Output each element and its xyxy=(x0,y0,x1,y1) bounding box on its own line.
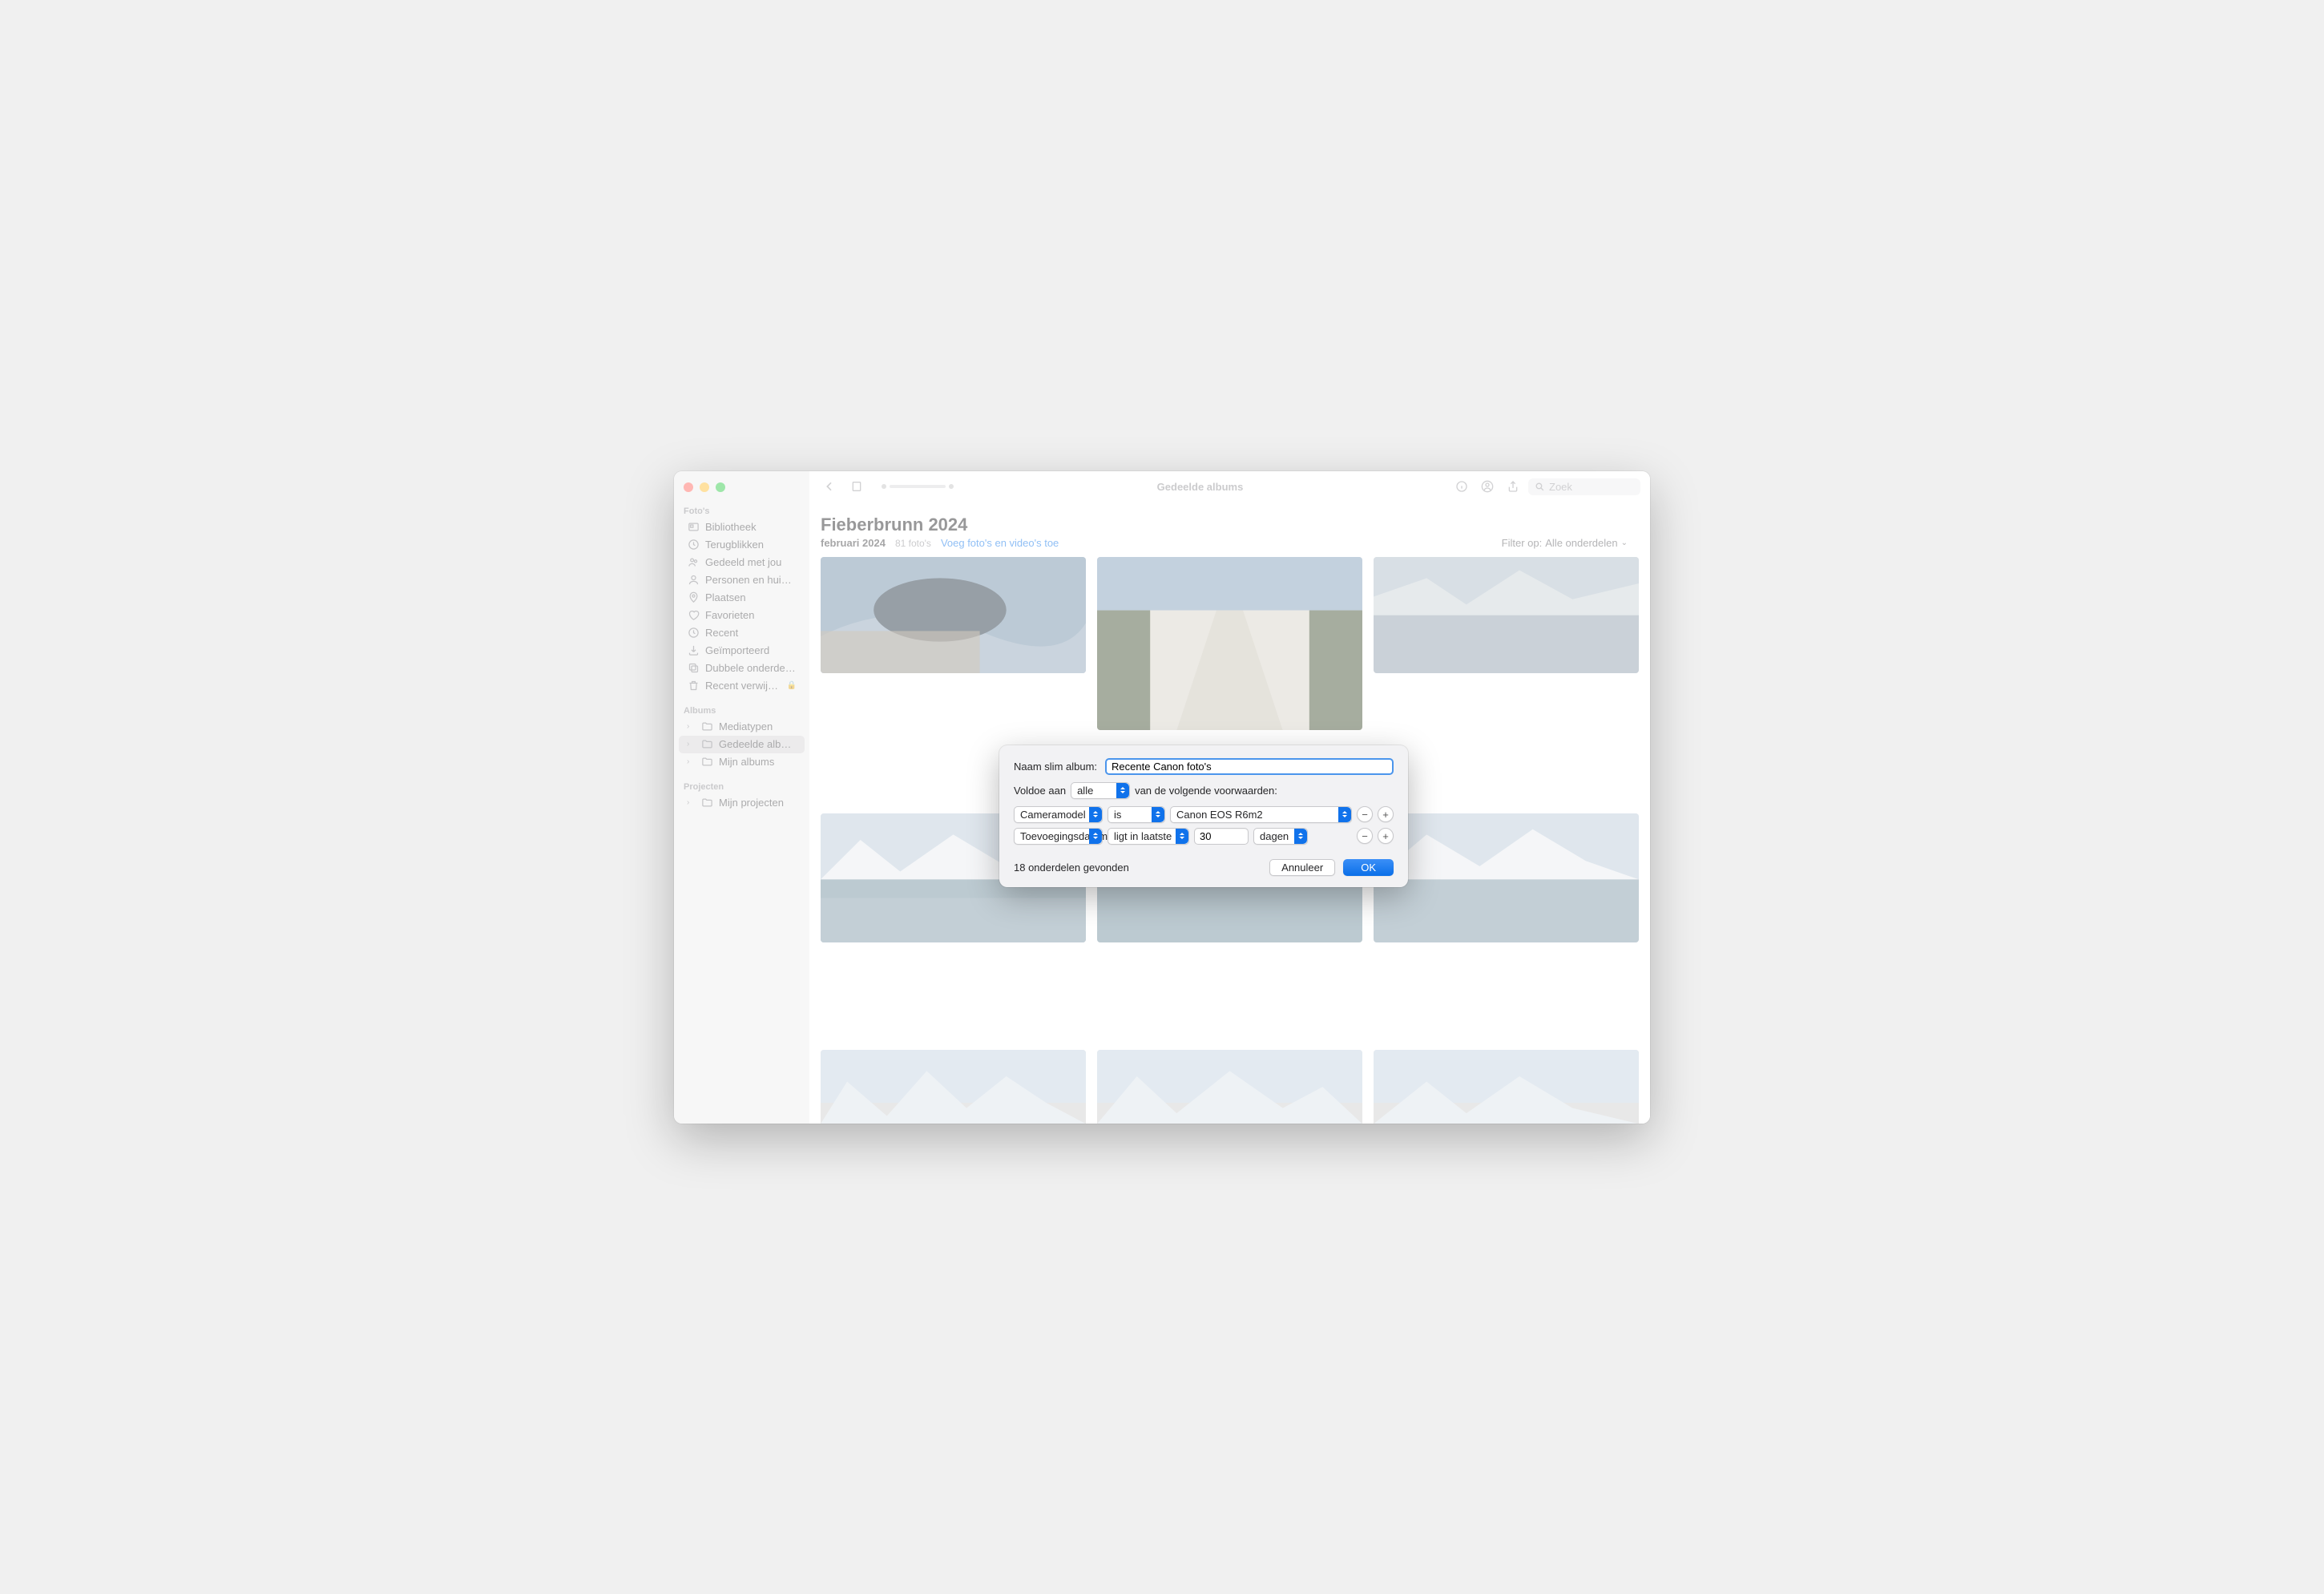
import-icon xyxy=(687,644,700,657)
remove-rule-button[interactable]: − xyxy=(1357,806,1373,822)
folder-icon xyxy=(700,738,713,751)
shared-with-you-icon xyxy=(687,556,700,569)
select-caret-icon xyxy=(1089,829,1102,844)
found-count: 18 onderdelen gevonden xyxy=(1014,862,1129,874)
zoom-slider[interactable] xyxy=(890,485,946,488)
sidebar-section-fotos: Foto's xyxy=(674,503,809,519)
search-icon xyxy=(1535,482,1545,492)
folder-icon xyxy=(700,720,713,733)
photo-thumbnail[interactable] xyxy=(1374,1050,1639,1123)
filter-dropdown[interactable]: Filter op: Alle onderdelen ⌄ xyxy=(1502,537,1639,549)
sidebar-section-projecten: Projecten xyxy=(674,779,809,794)
search-placeholder: Zoek xyxy=(1549,481,1572,493)
app-window: Foto's Bibliotheek Terugblikken Gedeeld … xyxy=(674,471,1650,1124)
toolbar-title: Gedeelde albums xyxy=(955,481,1445,493)
sidebar-item-geimporteerd[interactable]: Geïmporteerd xyxy=(679,642,805,660)
rule1-field-select[interactable]: Cameramodel xyxy=(1014,806,1103,823)
select-caret-icon xyxy=(1089,807,1102,822)
photo-thumbnail[interactable] xyxy=(821,557,1086,673)
back-button[interactable] xyxy=(819,477,840,496)
condition-row-2: Toevoegingsdatum ligt in laatste dagen −… xyxy=(1014,828,1394,845)
library-icon xyxy=(687,521,700,534)
sidebar-item-verwijderd[interactable]: Recent verwijderd 🔒 xyxy=(679,677,805,695)
heart-icon xyxy=(687,609,700,622)
people-button[interactable] xyxy=(1477,477,1498,496)
add-rule-button[interactable]: + xyxy=(1378,828,1394,844)
photo-thumbnail[interactable] xyxy=(1374,813,1639,942)
match-suffix: van de volgende voorwaarden: xyxy=(1135,785,1277,797)
folder-icon xyxy=(700,756,713,769)
sidebar-item-gedeelde-albums[interactable]: › Gedeelde albums xyxy=(679,736,805,753)
match-mode-select[interactable]: alle xyxy=(1071,782,1130,799)
chevron-down-icon: ⌄ xyxy=(1621,539,1628,547)
select-caret-icon xyxy=(1176,829,1188,844)
sidebar-item-favorieten[interactable]: Favorieten xyxy=(679,607,805,624)
trash-icon xyxy=(687,680,700,692)
photo-thumbnail[interactable] xyxy=(1097,557,1362,730)
ok-button[interactable]: OK xyxy=(1343,859,1394,876)
add-rule-button[interactable]: + xyxy=(1378,806,1394,822)
smart-album-dialog: Naam slim album: Voldoe aan alle van de … xyxy=(999,745,1408,887)
rule1-value-select[interactable]: Canon EOS R6m2 xyxy=(1170,806,1352,823)
chevron-right-icon[interactable]: › xyxy=(687,722,695,731)
photo-thumbnail[interactable] xyxy=(821,1050,1086,1123)
sidebar-item-terugblikken[interactable]: Terugblikken xyxy=(679,536,805,554)
chevron-right-icon[interactable]: › xyxy=(687,798,695,807)
album-date: februari 2024 xyxy=(821,537,886,549)
clock-icon xyxy=(687,627,700,640)
select-caret-icon xyxy=(1294,829,1307,844)
rule2-unit-select[interactable]: dagen xyxy=(1253,828,1308,845)
sidebar-item-bibliotheek[interactable]: Bibliotheek xyxy=(679,519,805,536)
sidebar-item-dubbele[interactable]: Dubbele onderdelen xyxy=(679,660,805,677)
sidebar-item-gedeeld-met-jou[interactable]: Gedeeld met jou xyxy=(679,554,805,571)
rule2-value-input[interactable] xyxy=(1194,828,1249,845)
photo-thumbnail[interactable] xyxy=(1374,557,1639,673)
duplicates-icon xyxy=(687,662,700,675)
aspect-toggle-button[interactable] xyxy=(846,477,867,496)
cancel-button[interactable]: Annuleer xyxy=(1269,859,1335,876)
search-input[interactable]: Zoek xyxy=(1528,478,1640,495)
remove-rule-button[interactable]: − xyxy=(1357,828,1373,844)
window-minimize-button[interactable] xyxy=(700,482,709,492)
match-prefix: Voldoe aan xyxy=(1014,785,1066,797)
photo-thumbnail[interactable] xyxy=(1097,1050,1362,1123)
places-icon xyxy=(687,591,700,604)
album-header: Fieberbrunn 2024 februari 2024 81 foto's… xyxy=(809,515,1650,549)
name-label: Naam slim album: xyxy=(1014,761,1097,773)
select-caret-icon xyxy=(1338,807,1351,822)
sidebar-item-mijn-albums[interactable]: › Mijn albums xyxy=(679,753,805,771)
select-caret-icon xyxy=(1116,783,1129,798)
rule2-op-select[interactable]: ligt in laatste xyxy=(1108,828,1189,845)
album-name-input[interactable] xyxy=(1105,758,1394,775)
sidebar-item-personen[interactable]: Personen en huisdieren xyxy=(679,571,805,589)
info-button[interactable] xyxy=(1451,477,1472,496)
rule2-field-select[interactable]: Toevoegingsdatum xyxy=(1014,828,1103,845)
window-zoom-button[interactable] xyxy=(716,482,725,492)
chevron-right-icon[interactable]: › xyxy=(687,757,695,766)
people-pets-icon xyxy=(687,574,700,587)
traffic-lights xyxy=(674,478,809,503)
chevron-right-icon[interactable]: › xyxy=(687,740,695,749)
sidebar-item-mijn-projecten[interactable]: › Mijn projecten xyxy=(679,794,805,812)
lock-icon: 🔒 xyxy=(787,681,797,690)
folder-icon xyxy=(700,797,713,809)
album-count: 81 foto's xyxy=(895,538,931,549)
sidebar: Foto's Bibliotheek Terugblikken Gedeeld … xyxy=(674,471,809,1124)
condition-row-1: Cameramodel is Canon EOS R6m2 − + xyxy=(1014,806,1394,823)
sidebar-item-recent[interactable]: Recent xyxy=(679,624,805,642)
window-close-button[interactable] xyxy=(684,482,693,492)
album-title: Fieberbrunn 2024 xyxy=(821,515,1639,535)
select-caret-icon xyxy=(1152,807,1164,822)
sidebar-item-plaatsen[interactable]: Plaatsen xyxy=(679,589,805,607)
sidebar-section-albums: Albums xyxy=(674,703,809,718)
share-button[interactable] xyxy=(1503,477,1523,496)
memories-icon xyxy=(687,539,700,551)
rule1-op-select[interactable]: is xyxy=(1108,806,1165,823)
sidebar-item-mediatypen[interactable]: › Mediatypen xyxy=(679,718,805,736)
toolbar: Gedeelde albums Zoek xyxy=(809,471,1650,503)
add-photos-link[interactable]: Voeg foto's en video's toe xyxy=(941,537,1059,549)
